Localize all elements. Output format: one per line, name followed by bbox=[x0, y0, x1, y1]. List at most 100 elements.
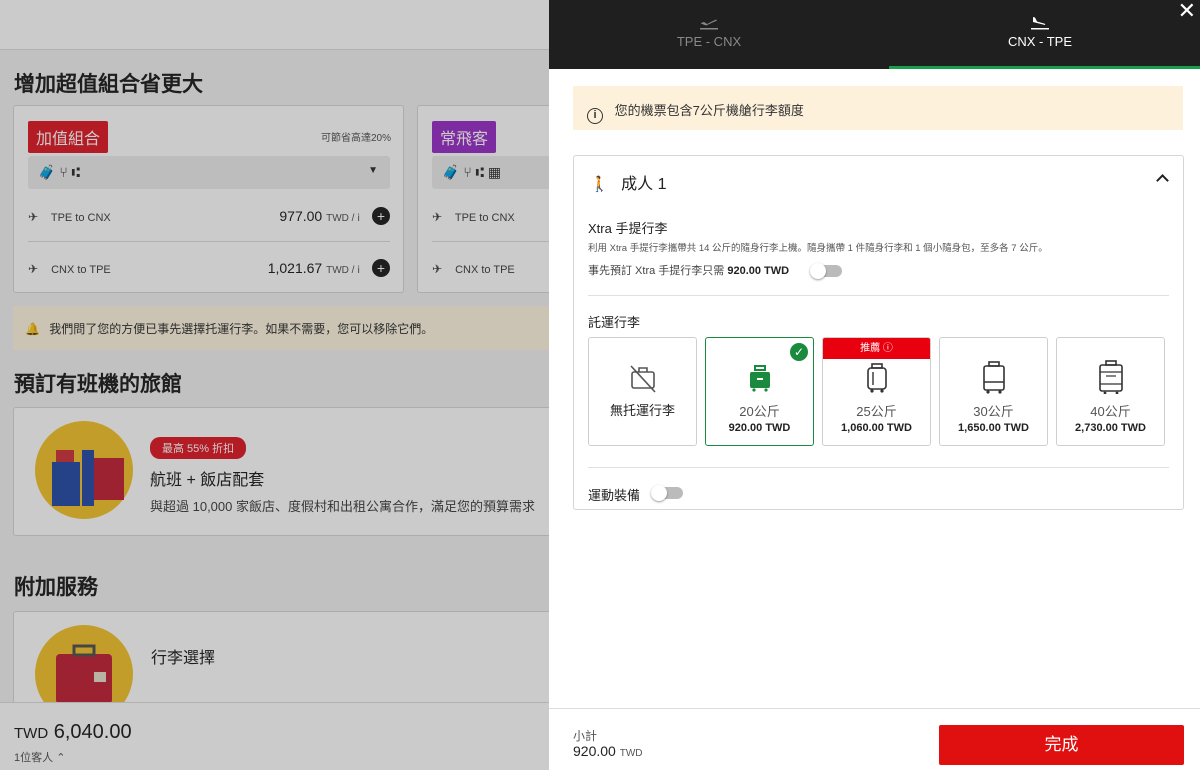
baggage-panel: TPE - CNX CNX - TPE ✕ i 您的機票包含7公斤機艙行李額度 … bbox=[549, 0, 1200, 770]
recommended-badge: 推薦 ⓘ bbox=[823, 338, 930, 359]
frequent-services-bar[interactable]: 🧳 ⑂ ⑆ ▦ bbox=[432, 156, 549, 189]
route-price: 977.00 bbox=[279, 208, 323, 224]
plane-landing-icon: ✈ bbox=[28, 262, 39, 276]
meal-icon: ⑆ bbox=[475, 164, 485, 180]
addon-section-title: 附加服務 bbox=[14, 576, 98, 599]
panel-footer: 小計 920.00 TWD 完成 bbox=[549, 708, 1200, 770]
xtra-price-line: 事先預訂 Xtra 手提行李只需 920.00 TWD bbox=[588, 262, 789, 278]
option-label: 無托運行李 bbox=[609, 403, 675, 418]
suitcase-small-icon bbox=[750, 365, 770, 392]
subtotal: 920.00 TWD bbox=[573, 743, 643, 759]
hotel-title: 航班 + 飯店配套 bbox=[150, 472, 265, 489]
toggle-knob bbox=[810, 263, 826, 279]
info-icon: ⓘ bbox=[882, 343, 893, 354]
guest-toggle[interactable]: 1位客人 ⌃ bbox=[14, 749, 65, 765]
option-label: 30公斤 bbox=[973, 404, 1014, 419]
route-row: ✈ TPE to CNX 977.00 TWD / ⅰ + bbox=[28, 207, 390, 225]
baggage-option-25kg[interactable]: 推薦 ⓘ 25公斤 1,060.00 TWD bbox=[822, 337, 931, 446]
add-button[interactable]: + bbox=[372, 207, 390, 225]
price-unit: TWD / ⅰ bbox=[326, 265, 360, 276]
baggage-notice: 🔔 我們問了您的方便已事先選擇托運行李。如果不需要，您可以移除它們。 bbox=[13, 306, 549, 350]
xtra-price: 920.00 TWD bbox=[727, 265, 790, 277]
route-row: ✈ TPE to CNX bbox=[432, 210, 549, 224]
sport-equipment-toggle[interactable] bbox=[651, 485, 683, 501]
tab-tpe-cnx[interactable]: TPE - CNX bbox=[549, 0, 869, 69]
passenger-section: 🚶 成人 1 Xtra 手提行李 利用 Xtra 手提行李攜帶共 14 公斤的隨… bbox=[573, 155, 1184, 510]
combo-card[interactable]: 加值組合 可節省高達20% 🧳 ⑂ ⑆ ▼ ✈ TPE to CNX 977.0… bbox=[13, 105, 404, 293]
plane-landing-icon: ✈ bbox=[432, 262, 443, 276]
option-price: 920.00 TWD bbox=[728, 422, 791, 434]
notice-text: 我們問了您的方便已事先選擇托運行李。如果不需要，您可以移除它們。 bbox=[49, 322, 434, 336]
active-tab-indicator bbox=[889, 66, 1200, 69]
suitcase-medium-icon bbox=[867, 363, 887, 393]
total-price: TWD 6,040.00 bbox=[14, 721, 132, 744]
tab-label: CNX - TPE bbox=[1007, 34, 1073, 49]
person-icon: 🚶 bbox=[590, 176, 609, 193]
baggage-option-20kg[interactable]: ✓ 20公斤 920.00 TWD bbox=[705, 337, 814, 446]
seat-icon: ⑂ bbox=[59, 164, 68, 180]
bell-icon: 🔔 bbox=[25, 322, 40, 336]
divider bbox=[28, 241, 390, 242]
passenger-label: 成人 1 bbox=[621, 176, 667, 193]
luggage-icon: 🧳 bbox=[38, 164, 56, 180]
tab-label: TPE - CNX bbox=[676, 34, 742, 49]
info-text: 您的機票包含7公斤機艙行李額度 bbox=[614, 103, 804, 118]
cabin-baggage-info: i 您的機票包含7公斤機艙行李額度 bbox=[573, 86, 1183, 130]
sport-equipment-label: 運動裝備 bbox=[588, 488, 641, 503]
chevron-up-icon[interactable] bbox=[1156, 174, 1169, 187]
xtra-toggle[interactable] bbox=[810, 263, 842, 279]
subtotal-label: 小計 bbox=[573, 729, 598, 743]
frequent-tag: 常飛客 bbox=[432, 121, 497, 153]
total-amount: 6,040.00 bbox=[53, 721, 132, 743]
hotel-card[interactable] bbox=[13, 407, 549, 536]
option-label: 20公斤 bbox=[739, 404, 780, 419]
subtotal-value: 920.00 bbox=[573, 743, 616, 759]
meal-icon: ⑆ bbox=[71, 164, 81, 180]
baggage-option-none[interactable]: 無托運行李 bbox=[588, 337, 697, 446]
chevron-down-icon: ▼ bbox=[368, 165, 378, 176]
option-price: 1,060.00 TWD bbox=[841, 422, 912, 434]
route-row: ✈ CNX to TPE bbox=[432, 262, 549, 276]
combo-section-title: 增加超值組合省更大 bbox=[14, 73, 203, 96]
xtra-pre-text: 事先預訂 Xtra 手提行李只需 bbox=[588, 265, 725, 277]
combo-tag: 加值組合 bbox=[28, 121, 109, 153]
baggage-option-40kg[interactable]: 40公斤 2,730.00 TWD bbox=[1056, 337, 1165, 446]
top-bar bbox=[0, 0, 549, 50]
route-row: ✈ CNX to TPE 1,021.67 TWD / ⅰ + bbox=[28, 259, 390, 277]
route-price: 1,021.67 bbox=[267, 260, 323, 276]
chevron-up-icon: ⌃ bbox=[56, 752, 66, 764]
hotel-illustration-icon bbox=[35, 421, 133, 519]
add-button[interactable]: + bbox=[372, 259, 390, 277]
seat-icon: ⑂ bbox=[463, 164, 472, 180]
passenger-header[interactable]: 🚶 成人 1 bbox=[590, 170, 667, 194]
option-price: 1,650.00 TWD bbox=[958, 422, 1029, 434]
discount-badge: 最高 55% 折扣 bbox=[150, 437, 247, 459]
route-label: CNX to TPE bbox=[51, 264, 111, 276]
guest-count: 1位客人 bbox=[14, 752, 54, 764]
suitcase-xlarge-icon bbox=[1099, 360, 1123, 394]
addon-title: 行李選擇 bbox=[151, 650, 216, 667]
route-label: CNX to TPE bbox=[455, 264, 515, 276]
suitcase-large-icon bbox=[983, 361, 1005, 394]
subtotal-currency: TWD bbox=[619, 748, 643, 759]
plane-takeoff-icon: ✈ bbox=[28, 210, 39, 224]
toggle-knob bbox=[651, 485, 667, 501]
divider bbox=[432, 241, 549, 242]
done-button[interactable]: 完成 bbox=[939, 725, 1184, 765]
close-icon[interactable]: ✕ bbox=[1178, 0, 1196, 22]
checked-baggage-title: 託運行李 bbox=[588, 315, 641, 330]
info-icon: i bbox=[587, 108, 603, 124]
frequent-flyer-card[interactable]: 常飛客 🧳 ⑂ ⑆ ▦ ✈ TPE to CNX ✈ CNX to TPE bbox=[417, 105, 549, 293]
option-price: 2,730.00 TWD bbox=[1075, 422, 1146, 434]
combo-services-dropdown[interactable]: 🧳 ⑂ ⑆ ▼ bbox=[28, 156, 390, 189]
no-baggage-icon bbox=[630, 365, 656, 393]
total-currency: TWD bbox=[14, 725, 49, 742]
tab-cnx-tpe[interactable]: CNX - TPE bbox=[880, 0, 1200, 69]
route-label: TPE to CNX bbox=[50, 212, 111, 224]
save-note: 可節省高達20% bbox=[320, 133, 391, 144]
divider bbox=[588, 467, 1169, 468]
background-page: 增加超值組合省更大 加值組合 可節省高達20% 🧳 ⑂ ⑆ ▼ ✈ TPE to… bbox=[0, 0, 549, 770]
price-unit: TWD / ⅰ bbox=[326, 213, 360, 224]
option-label: 25公斤 bbox=[856, 404, 897, 419]
baggage-option-30kg[interactable]: 30公斤 1,650.00 TWD bbox=[939, 337, 1048, 446]
